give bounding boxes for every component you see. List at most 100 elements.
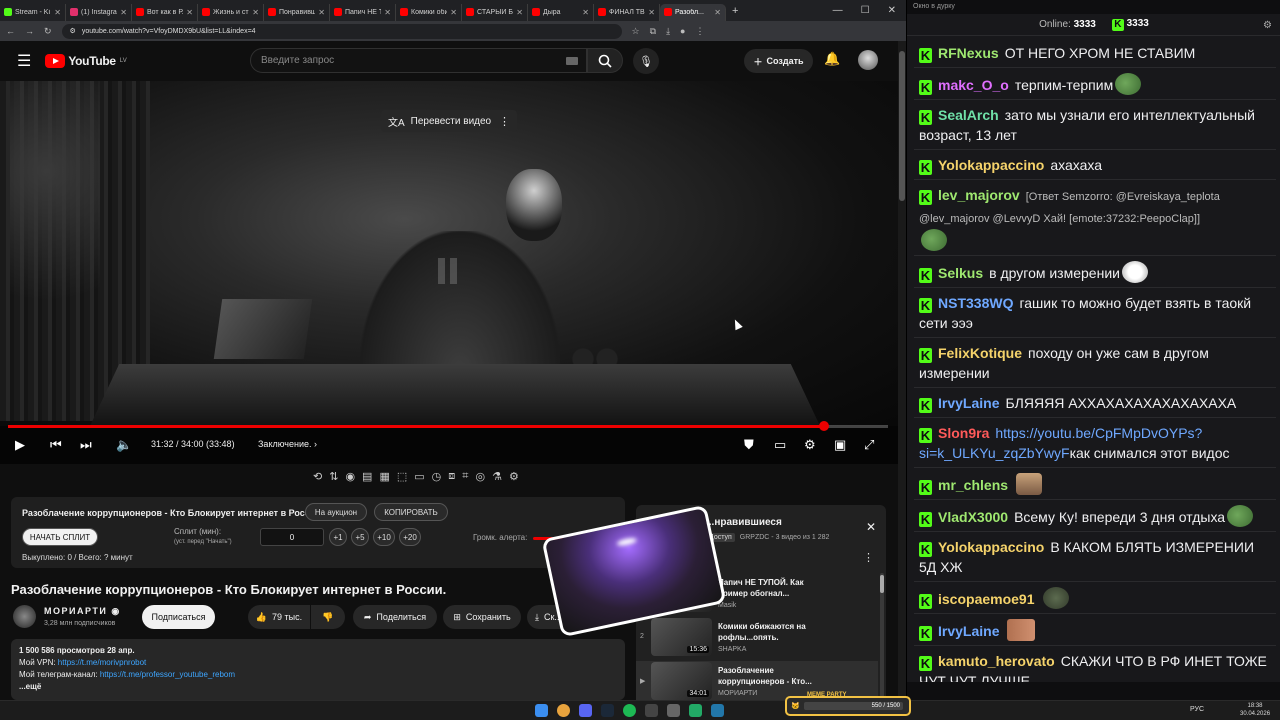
show-more-link[interactable]: ...ещё <box>19 681 617 693</box>
chat-username[interactable]: SealArch <box>938 107 999 123</box>
playlist-menu-icon[interactable]: ⋮ <box>863 551 874 564</box>
tab-close-icon[interactable]: ✕ <box>318 8 325 17</box>
maximize-icon[interactable]: ☐ <box>861 5 870 16</box>
chat-username[interactable]: iscopaemoe91 <box>938 591 1035 607</box>
pip-icon[interactable]: ⧈ <box>448 470 455 486</box>
chat-username[interactable]: mr_chlens <box>938 477 1008 493</box>
create-button[interactable]: ＋ Создать <box>744 49 813 73</box>
channel-name[interactable]: МОРИАРТИ ◉ <box>44 606 121 617</box>
download-icon[interactable]: ⤓ <box>666 26 670 37</box>
minimize-icon[interactable]: — <box>833 5 843 16</box>
chat-username[interactable]: kamuto_herovato <box>938 653 1055 669</box>
obs-icon[interactable] <box>645 704 658 717</box>
crop-icon[interactable]: ⌗ <box>462 470 468 486</box>
tab-close-icon[interactable]: ✕ <box>252 8 259 17</box>
reload-icon[interactable]: ↻ <box>44 26 52 37</box>
close-window-icon[interactable]: ✕ <box>888 5 896 16</box>
chat-username[interactable]: lev_majorov <box>938 187 1020 203</box>
auction-button[interactable]: На аукцион <box>305 503 367 521</box>
close-playlist-icon[interactable]: ✕ <box>866 520 876 534</box>
chat-username[interactable]: Slon9ra <box>938 425 989 441</box>
search-button[interactable] <box>587 48 623 73</box>
chat-username[interactable]: makc_O_o <box>938 77 1009 93</box>
kick-app-icon[interactable] <box>689 704 702 717</box>
progress-bar[interactable] <box>8 421 888 431</box>
telegram-icon[interactable] <box>711 704 724 717</box>
telegram-link[interactable]: https://t.me/professor_youtube_rebom <box>100 670 235 679</box>
chat-username[interactable]: IrvyLaine <box>938 395 999 411</box>
tab-close-icon[interactable]: ✕ <box>384 8 391 17</box>
tab-close-icon[interactable]: ✕ <box>516 8 523 17</box>
chat-settings-icon[interactable]: ⚙ <box>1263 20 1272 31</box>
account-avatar[interactable] <box>858 50 878 70</box>
browser-tab[interactable]: Вот как в Р...✕ <box>132 3 198 21</box>
tab-close-icon[interactable]: ✕ <box>714 8 721 17</box>
screen-icon[interactable]: ▤ <box>362 470 372 486</box>
back-icon[interactable]: ← <box>6 26 15 36</box>
chat-username[interactable]: Yolokappaccino <box>938 157 1044 173</box>
ad-block-shield-icon[interactable]: ⛊ <box>744 437 754 453</box>
playlist-item[interactable]: 2 15:36 Комики обижаются на рофлы...опять.… <box>636 617 878 660</box>
sort-icon[interactable]: ⇅ <box>329 470 338 486</box>
progress-scrubber[interactable] <box>818 421 829 431</box>
start-icon[interactable] <box>535 704 548 717</box>
increment-5-button[interactable]: +5 <box>351 528 369 546</box>
settings-gear-icon[interactable]: ⚙ <box>804 437 816 453</box>
app-icon[interactable] <box>667 704 680 717</box>
fullscreen-icon[interactable]: ⤢ <box>864 437 874 453</box>
play-icon[interactable]: ▶ <box>15 437 25 453</box>
vpn-link[interactable]: https://t.me/morivpnrobot <box>58 658 146 667</box>
save-button[interactable]: ⊞ Сохранить <box>443 605 521 629</box>
tab-close-icon[interactable]: ✕ <box>54 8 61 17</box>
dislike-button[interactable]: 👎 <box>311 605 345 629</box>
voice-search-button[interactable]: 🎙 <box>633 48 659 74</box>
menu-icon[interactable]: ☰ <box>17 51 31 71</box>
loop-icon[interactable]: ⟲ <box>313 470 322 486</box>
video-player[interactable]: 文A Перевести видео ⋮ ▶ ⏮ ⏭ 🔈 31:32 / 34:… <box>0 81 898 464</box>
new-tab-icon[interactable]: + <box>732 5 738 17</box>
increment-10-button[interactable]: +10 <box>373 528 395 546</box>
profile-icon[interactable]: ● <box>680 26 685 36</box>
browser-tab[interactable]: (1) Instagram✕ <box>66 3 132 21</box>
audio-icon[interactable]: ◉ <box>345 470 355 486</box>
discord-icon[interactable] <box>579 704 592 717</box>
subtitles-icon[interactable]: ▭ <box>774 437 786 453</box>
speed-icon[interactable]: ◷ <box>432 470 442 486</box>
clock[interactable]: 18:38 30.04.2026 <box>1240 702 1270 718</box>
site-info-icon[interactable]: ⚙ <box>70 27 76 35</box>
page-scrollbar[interactable] <box>898 41 906 700</box>
browser-tab[interactable]: Stream - Ki ✕ <box>0 3 66 21</box>
chat-username[interactable]: NST338WQ <box>938 295 1013 311</box>
bookmark-star-icon[interactable]: ☆ <box>632 26 640 37</box>
split-minutes-input[interactable]: 0 <box>260 528 324 546</box>
youtube-logo[interactable]: YouTube LV <box>45 54 127 68</box>
browser-tab[interactable]: Папич НЕ ТУ...✕ <box>330 3 396 21</box>
frame-icon[interactable]: ⬚ <box>397 470 407 486</box>
camera-icon[interactable]: ◎ <box>475 470 485 486</box>
chat-username[interactable]: RFNexus <box>938 45 999 61</box>
share-button[interactable]: ➦ Поделиться <box>353 605 437 629</box>
chat-username[interactable]: Selkus <box>938 265 983 281</box>
extensions-icon[interactable]: ⧉ <box>650 26 656 37</box>
steam-icon[interactable] <box>601 704 614 717</box>
spotify-icon[interactable] <box>623 704 636 717</box>
browser-tab[interactable]: Жизнь и стр...✕ <box>198 3 264 21</box>
browser-tab[interactable]: ФИНАЛ ТВИ...✕ <box>594 3 660 21</box>
browser-tab[interactable]: Дыра ✕ <box>528 3 594 21</box>
chat-username[interactable]: VladX3000 <box>938 509 1008 525</box>
search-input[interactable]: Введите запрос <box>250 48 587 73</box>
more-options-icon[interactable]: ⋮ <box>499 115 510 128</box>
browser-tab[interactable]: СТАРЫЙ БО...✕ <box>462 3 528 21</box>
chapter-button[interactable]: Заключение. › <box>258 439 317 449</box>
tab-close-icon[interactable]: ✕ <box>186 8 193 17</box>
chat-username[interactable]: Yolokappaccino <box>938 539 1044 555</box>
extension-settings-icon[interactable]: ⚙ <box>509 470 519 486</box>
tab-close-icon[interactable]: ✕ <box>582 8 589 17</box>
url-field[interactable]: ⚙ youtube.com/watch?v=VfoyDMDX9bU&list=L… <box>61 23 622 39</box>
playlist-scrollbar[interactable] <box>880 573 884 697</box>
flask-icon[interactable]: ⚗ <box>492 470 502 486</box>
copy-button[interactable]: КОПИРОВАТЬ <box>374 503 448 521</box>
tab-close-icon[interactable]: ✕ <box>648 8 655 17</box>
browser-menu-icon[interactable]: ⋮ <box>695 26 704 37</box>
chat-username[interactable]: IrvyLaine <box>938 623 999 639</box>
